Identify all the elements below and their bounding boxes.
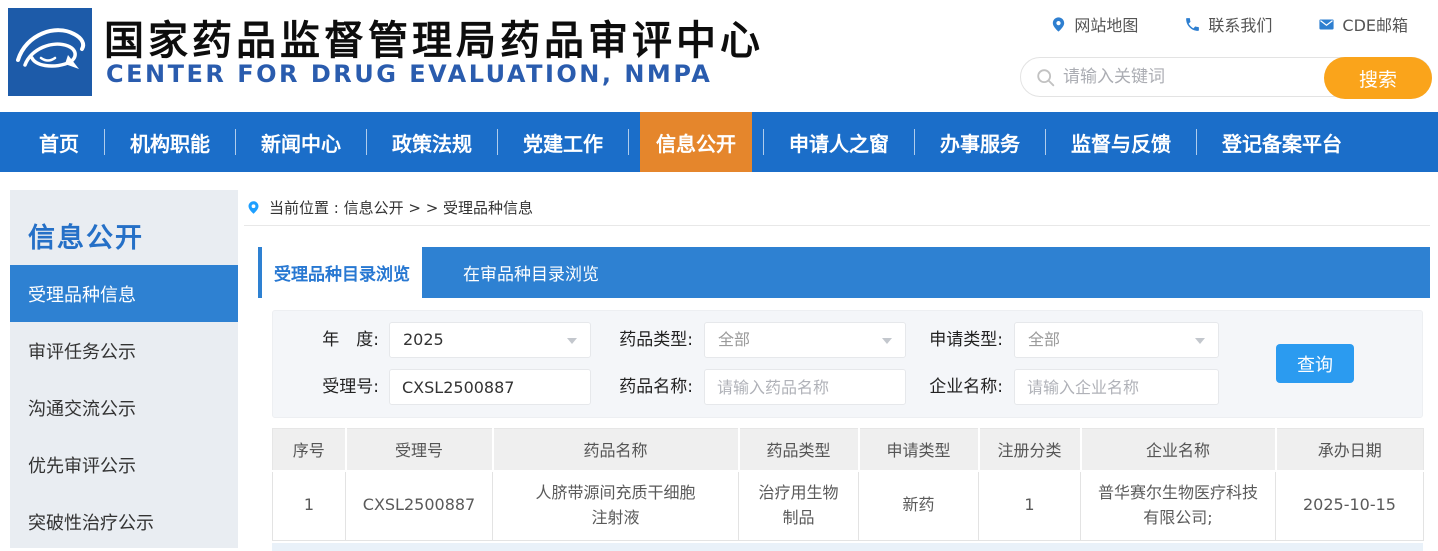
nav-item-home[interactable]: 首页 <box>25 112 93 172</box>
nav-separator <box>104 129 105 155</box>
cde-mail-link-label: CDE邮箱 <box>1342 12 1408 36</box>
envelope-icon <box>1318 16 1335 33</box>
nav-separator <box>1045 129 1046 155</box>
col-header-acceptance-no: 受理号 <box>346 429 493 471</box>
tab-accepted-catalog[interactable]: 受理品种目录浏览 <box>262 247 422 298</box>
search-button[interactable]: 搜索 <box>1324 57 1432 99</box>
location-pin-icon <box>246 198 261 217</box>
nav-item-party-building[interactable]: 党建工作 <box>509 112 617 172</box>
nav-separator <box>497 129 498 155</box>
page-header: 国家药品监督管理局药品审评中心 CENTER FOR DRUG EVALUATI… <box>0 0 1438 112</box>
nav-item-functions[interactable]: 机构职能 <box>116 112 224 172</box>
sitemap-link-label: 网站地图 <box>1074 12 1138 36</box>
site-search: 搜索 <box>1020 57 1432 97</box>
drug-name-label: 药品名称: <box>603 369 693 405</box>
nav-separator <box>628 129 629 155</box>
sidebar: 信息公开 受理品种信息 审评任务公示 沟通交流公示 优先审评公示 突破性治疗公示 <box>10 190 238 548</box>
col-header-apply-type: 申请类型 <box>859 429 979 471</box>
col-header-index: 序号 <box>273 429 346 471</box>
chevron-down-icon <box>882 338 892 344</box>
cell-apply-type: 新药 <box>859 471 979 541</box>
chevron-down-icon <box>1195 338 1205 344</box>
breadcrumb: 当前位置 : 信息公开 > > 受理品种信息 <box>244 190 1430 226</box>
tab-under-review-catalog[interactable]: 在审品种目录浏览 <box>422 247 640 298</box>
nav-separator <box>1196 129 1197 155</box>
col-header-drug-name: 药品名称 <box>493 429 739 471</box>
cell-index: 1 <box>273 471 346 541</box>
col-header-company: 企业名称 <box>1081 429 1276 471</box>
nav-separator <box>235 129 236 155</box>
apply-type-label: 申请类型: <box>913 322 1003 358</box>
cell-registration-class: 1 <box>979 471 1081 541</box>
sidebar-item-communication[interactable]: 沟通交流公示 <box>10 379 238 436</box>
year-label: 年 度: <box>283 322 379 358</box>
results-table: 序号 受理号 药品名称 药品类型 申请类型 注册分类 企业名称 承办日期 1 C… <box>272 428 1424 541</box>
nav-item-applicant-window[interactable]: 申请人之窗 <box>775 112 903 172</box>
table-header-row: 序号 受理号 药品名称 药品类型 申请类型 注册分类 企业名称 承办日期 <box>273 429 1424 471</box>
page-subtitle: CENTER FOR DRUG EVALUATION, NMPA <box>106 60 712 88</box>
header-links: 网站地图 联系我们 CDE邮箱 <box>1050 12 1408 36</box>
nav-item-info-disclosure[interactable]: 信息公开 <box>640 112 752 172</box>
nav-item-policies[interactable]: 政策法规 <box>378 112 486 172</box>
main-content: 当前位置 : 信息公开 > > 受理品种信息 受理品种目录浏览 在审品种目录浏览… <box>244 190 1438 548</box>
drug-type-select[interactable]: 全部 <box>704 322 906 358</box>
nav-item-services[interactable]: 办事服务 <box>926 112 1034 172</box>
nav-item-supervision[interactable]: 监督与反馈 <box>1057 112 1185 172</box>
company-name-label: 企业名称: <box>913 369 1003 405</box>
chevron-down-icon <box>567 338 577 344</box>
phone-icon <box>1184 16 1201 33</box>
cde-logo <box>8 8 92 96</box>
col-header-drug-type: 药品类型 <box>739 429 859 471</box>
drug-name-input[interactable] <box>704 369 906 405</box>
cell-company: 普华赛尔生物医疗科技有限公司; <box>1081 471 1276 541</box>
col-header-registration-class: 注册分类 <box>979 429 1081 471</box>
cell-acceptance-no: CXSL2500887 <box>346 471 493 541</box>
year-select[interactable]: 2025 <box>389 322 591 358</box>
acceptance-no-input[interactable] <box>389 369 591 405</box>
acceptance-no-label: 受理号: <box>283 369 379 405</box>
sidebar-item-breakthrough-therapy[interactable]: 突破性治疗公示 <box>10 493 238 550</box>
apply-type-select-value: 全部 <box>1028 330 1060 349</box>
fish-swoosh-icon <box>8 8 92 96</box>
sidebar-title: 信息公开 <box>10 190 238 265</box>
location-pin-icon <box>1050 16 1067 33</box>
company-name-input[interactable] <box>1014 369 1219 405</box>
main-nav: 首页 机构职能 新闻中心 政策法规 党建工作 信息公开 申请人之窗 办事服务 监… <box>0 112 1438 172</box>
drug-type-select-value: 全部 <box>718 330 750 349</box>
breadcrumb-text: 当前位置 : 信息公开 > > 受理品种信息 <box>269 197 533 218</box>
nav-item-registration-platform[interactable]: 登记备案平台 <box>1208 112 1356 172</box>
sitemap-link[interactable]: 网站地图 <box>1050 12 1138 36</box>
col-header-undertake-date: 承办日期 <box>1276 429 1424 471</box>
drug-type-label: 药品类型: <box>603 322 693 358</box>
nav-separator <box>914 129 915 155</box>
bottom-section-strip <box>272 543 1423 551</box>
filter-panel: 年 度: 2025 药品类型: 全部 申请类型: 全部 受理号: 药品名称: 企… <box>272 310 1423 418</box>
cell-drug-type: 治疗用生物制品 <box>739 471 859 541</box>
sidebar-item-review-tasks[interactable]: 审评任务公示 <box>10 322 238 379</box>
apply-type-select[interactable]: 全部 <box>1014 322 1219 358</box>
cell-undertake-date: 2025-10-15 <box>1276 471 1424 541</box>
query-button[interactable]: 查询 <box>1276 344 1354 383</box>
nav-separator <box>763 129 764 155</box>
page-title: 国家药品监督管理局药品审评中心 <box>104 8 764 66</box>
sidebar-item-accepted-varieties[interactable]: 受理品种信息 <box>10 265 238 322</box>
tab-bar: 受理品种目录浏览 在审品种目录浏览 <box>258 247 1430 298</box>
nav-item-news[interactable]: 新闻中心 <box>247 112 355 172</box>
contact-link-label: 联系我们 <box>1208 12 1272 36</box>
search-input[interactable] <box>1063 59 1313 95</box>
year-select-value: 2025 <box>403 330 444 349</box>
cde-mail-link[interactable]: CDE邮箱 <box>1318 12 1408 36</box>
nav-separator <box>366 129 367 155</box>
search-icon <box>1035 67 1057 89</box>
cell-drug-name: 人脐带源间充质干细胞注射液 <box>493 471 739 541</box>
contact-link[interactable]: 联系我们 <box>1184 12 1272 36</box>
table-row: 1 CXSL2500887 人脐带源间充质干细胞注射液 治疗用生物制品 新药 1… <box>273 471 1424 541</box>
sidebar-item-priority-review[interactable]: 优先审评公示 <box>10 436 238 493</box>
